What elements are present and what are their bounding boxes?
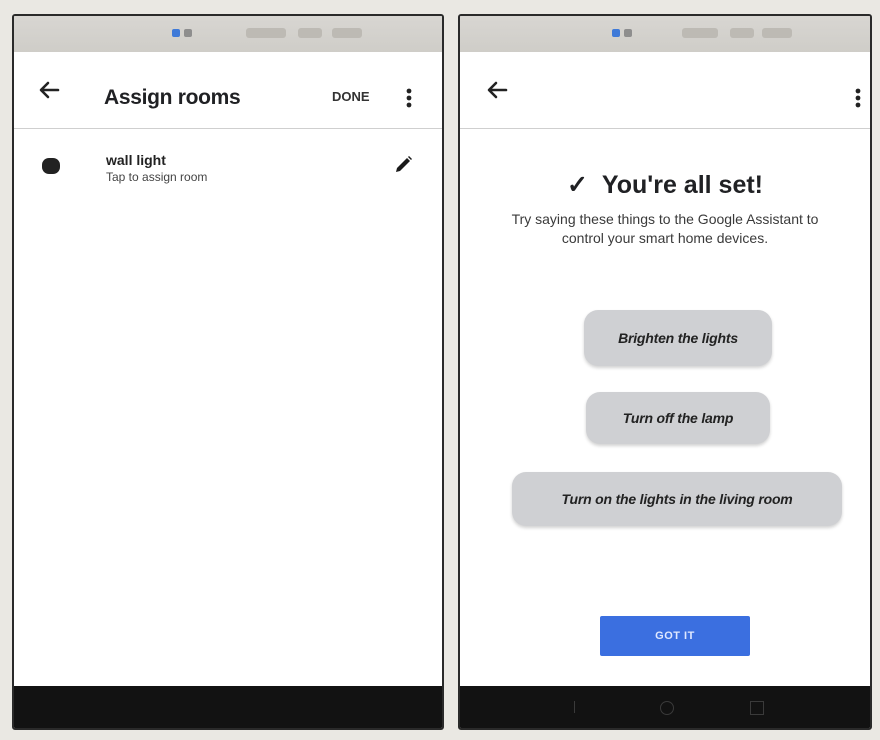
more-options-button[interactable]: [403, 86, 415, 110]
assign-rooms-screen: Assign rooms DONE wall light Tap to assi…: [12, 14, 444, 730]
device-hint: Tap to assign room: [106, 170, 208, 184]
recents-nav-icon[interactable]: [750, 701, 764, 715]
notification-icon: [184, 29, 192, 37]
checkmark-icon: ✓: [566, 171, 588, 199]
status-bar: [460, 16, 870, 52]
confirmation-block: ✓ You're all set! Try saying these thing…: [460, 170, 870, 248]
device-name: wall light: [106, 152, 166, 168]
device-icon: [42, 158, 60, 174]
setup-complete-screen: ✓ You're all set! Try saying these thing…: [458, 14, 872, 730]
home-nav-icon[interactable]: [660, 701, 674, 715]
confirmation-subtitle: Try saying these things to the Google As…: [511, 211, 819, 246]
confirmation-title: ✓ You're all set!: [567, 170, 763, 200]
notification-icon: [624, 29, 632, 37]
notification-icon: [172, 29, 180, 37]
wifi-icon: [730, 28, 754, 38]
app-bar: [460, 52, 870, 129]
page-title: Assign rooms: [104, 86, 241, 109]
device-list-item[interactable]: wall light Tap to assign room: [14, 134, 442, 194]
system-nav-bar: [14, 686, 442, 728]
back-button[interactable]: [484, 78, 512, 102]
edit-device-button[interactable]: [392, 154, 414, 176]
more-vert-icon: [855, 88, 861, 108]
got-it-button[interactable]: GOT IT: [600, 616, 750, 656]
suggestion-chip[interactable]: Brighten the lights: [584, 310, 772, 366]
signal-icon: [246, 28, 286, 38]
suggestion-chip[interactable]: Turn on the lights in the living room: [512, 472, 842, 526]
wifi-icon: [298, 28, 322, 38]
signal-icon: [682, 28, 718, 38]
status-notification-icons: [172, 29, 192, 37]
pencil-icon: [396, 156, 412, 172]
confirmation-title-text: You're all set!: [601, 170, 764, 199]
notification-icon: [612, 29, 620, 37]
more-options-button[interactable]: [852, 86, 864, 110]
back-arrow-icon: [39, 81, 60, 99]
back-nav-icon[interactable]: [574, 701, 587, 713]
back-button[interactable]: [36, 78, 64, 102]
app-bar: Assign rooms DONE: [14, 52, 442, 129]
status-bar: [14, 16, 442, 52]
back-arrow-icon: [487, 81, 508, 99]
battery-icon: [332, 28, 362, 38]
status-notification-icons: [612, 29, 632, 37]
more-vert-icon: [406, 88, 412, 108]
battery-icon: [762, 28, 792, 38]
system-nav-bar: [460, 686, 870, 728]
done-button[interactable]: DONE: [332, 89, 370, 104]
suggestion-chip[interactable]: Turn off the lamp: [586, 392, 770, 444]
